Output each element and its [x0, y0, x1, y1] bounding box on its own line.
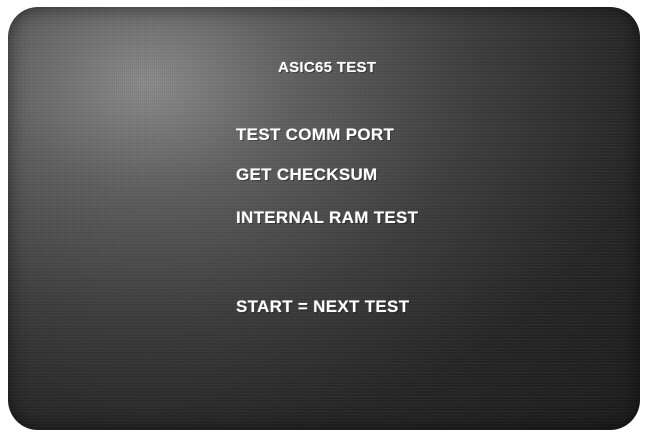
menu-item-internal-ram-test[interactable]: INTERNAL RAM TEST — [236, 208, 418, 228]
menu-item-test-comm-port[interactable]: TEST COMM PORT — [236, 125, 394, 145]
menu-item-get-checksum[interactable]: GET CHECKSUM — [236, 165, 378, 185]
crt-screen: ASIC65 TEST TEST COMM PORT GET CHECKSUM … — [8, 7, 640, 430]
next-test-instruction: START = NEXT TEST — [236, 297, 410, 316]
screen-title: ASIC65 TEST — [278, 59, 377, 76]
